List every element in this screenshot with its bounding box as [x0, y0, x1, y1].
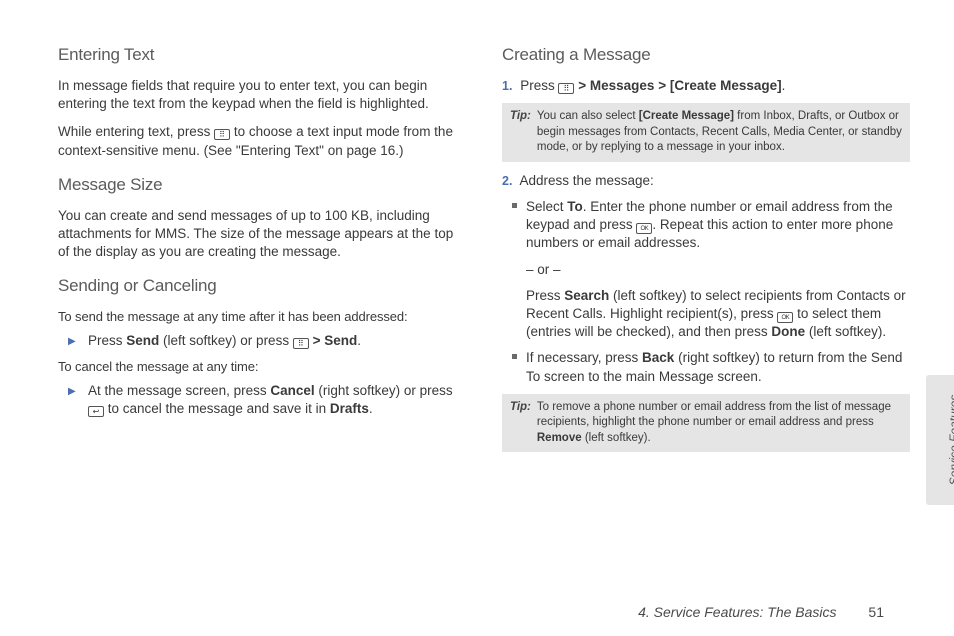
heading-message-size: Message Size	[58, 174, 466, 197]
text: If necessary, press	[526, 350, 642, 365]
heading-creating-message: Creating a Message	[502, 44, 910, 67]
heading-entering-text: Entering Text	[58, 44, 466, 67]
or-separator: – or –	[502, 261, 910, 279]
square-bullet-icon	[512, 203, 517, 208]
section-tab: Service Features	[926, 375, 954, 505]
chevron-icon: >	[313, 333, 321, 348]
chevron-icon: >	[578, 78, 586, 93]
square-bullet-icon	[512, 354, 517, 359]
text: (left softkey).	[582, 432, 651, 444]
step-number: 1.	[502, 79, 512, 93]
text: .	[357, 333, 361, 348]
ok-key-icon	[777, 312, 793, 323]
sub-bullet: If necessary, press Back (right softkey)…	[502, 349, 910, 385]
para: In message fields that require you to en…	[58, 77, 466, 113]
page-content: Entering Text In message fields that req…	[0, 0, 954, 636]
steps-list: 1. Press > Messages > [Create Message].	[502, 77, 910, 95]
footer-chapter: 4. Service Features: The Basics	[638, 604, 836, 620]
bold-back: Back	[642, 350, 674, 365]
tip-label: Tip:	[510, 109, 531, 156]
page-footer: 4. Service Features: The Basics 51	[638, 604, 884, 620]
bold-messages: Messages	[590, 78, 655, 93]
back-key-icon	[88, 406, 104, 417]
bold-drafts: Drafts	[330, 401, 369, 416]
text: (left softkey).	[805, 324, 886, 339]
text: While entering text, press	[58, 124, 214, 139]
sub-bullet-continue: Press Search (left softkey) to select re…	[502, 287, 910, 342]
tip-body: To remove a phone number or email addres…	[537, 400, 902, 447]
tip-label: Tip:	[510, 400, 531, 447]
sub-bullet: Select To. Enter the phone number or ema…	[502, 198, 910, 253]
para: While entering text, press to choose a t…	[58, 123, 466, 159]
ok-key-icon	[636, 223, 652, 234]
para: You can create and send messages of up t…	[58, 207, 466, 262]
step-number: 2.	[502, 174, 512, 188]
action-item: ▶ Press Send (left softkey) or press > S…	[58, 332, 466, 350]
step-item: 2. Address the message:	[502, 172, 910, 190]
menu-key-icon	[293, 338, 309, 349]
menu-key-icon	[214, 129, 230, 140]
text: At the message screen, press	[88, 383, 270, 398]
bold-done: Done	[771, 324, 805, 339]
menu-key-icon	[558, 83, 574, 94]
bold-cancel: Cancel	[270, 383, 314, 398]
heading-sending-canceling: Sending or Canceling	[58, 275, 466, 298]
text: to cancel the message and save it in	[104, 401, 330, 416]
text: .	[369, 401, 373, 416]
chevron-icon: >	[658, 78, 666, 93]
tip-body: You can also select [Create Message] fro…	[537, 109, 902, 156]
tip-box: Tip: You can also select [Create Message…	[502, 103, 910, 162]
text: Press	[520, 78, 558, 93]
triangle-bullet-icon: ▶	[68, 335, 76, 349]
bold-create-message: [Create Message]	[670, 78, 782, 93]
bold-create-message: [Create Message]	[639, 110, 734, 122]
text: .	[782, 78, 786, 93]
action-item: ▶ At the message screen, press Cancel (r…	[58, 382, 466, 418]
triangle-bullet-icon: ▶	[68, 385, 76, 399]
text: (right softkey) or press	[315, 383, 453, 398]
intro-text: To cancel the message at any time:	[58, 358, 466, 376]
step-item: 1. Press > Messages > [Create Message].	[502, 77, 910, 95]
text: Press	[88, 333, 126, 348]
text: To remove a phone number or email addres…	[537, 401, 891, 429]
text: (left softkey) or press	[159, 333, 293, 348]
text: Address the message:	[519, 173, 653, 188]
tip-box: Tip: To remove a phone number or email a…	[502, 394, 910, 453]
bold-send: Send	[126, 333, 159, 348]
text: Select	[526, 199, 567, 214]
right-column: Creating a Message 1. Press > Messages >…	[502, 44, 910, 616]
bold-remove: Remove	[537, 432, 582, 444]
section-tab-label: Service Features	[947, 380, 954, 500]
left-column: Entering Text In message fields that req…	[58, 44, 466, 616]
footer-page-number: 51	[868, 604, 884, 620]
intro-text: To send the message at any time after it…	[58, 308, 466, 326]
bold-send: Send	[324, 333, 357, 348]
text: Press	[526, 288, 564, 303]
text: You can also select	[537, 110, 639, 122]
bold-search: Search	[564, 288, 609, 303]
steps-list: 2. Address the message:	[502, 172, 910, 190]
bold-to: To	[567, 199, 583, 214]
